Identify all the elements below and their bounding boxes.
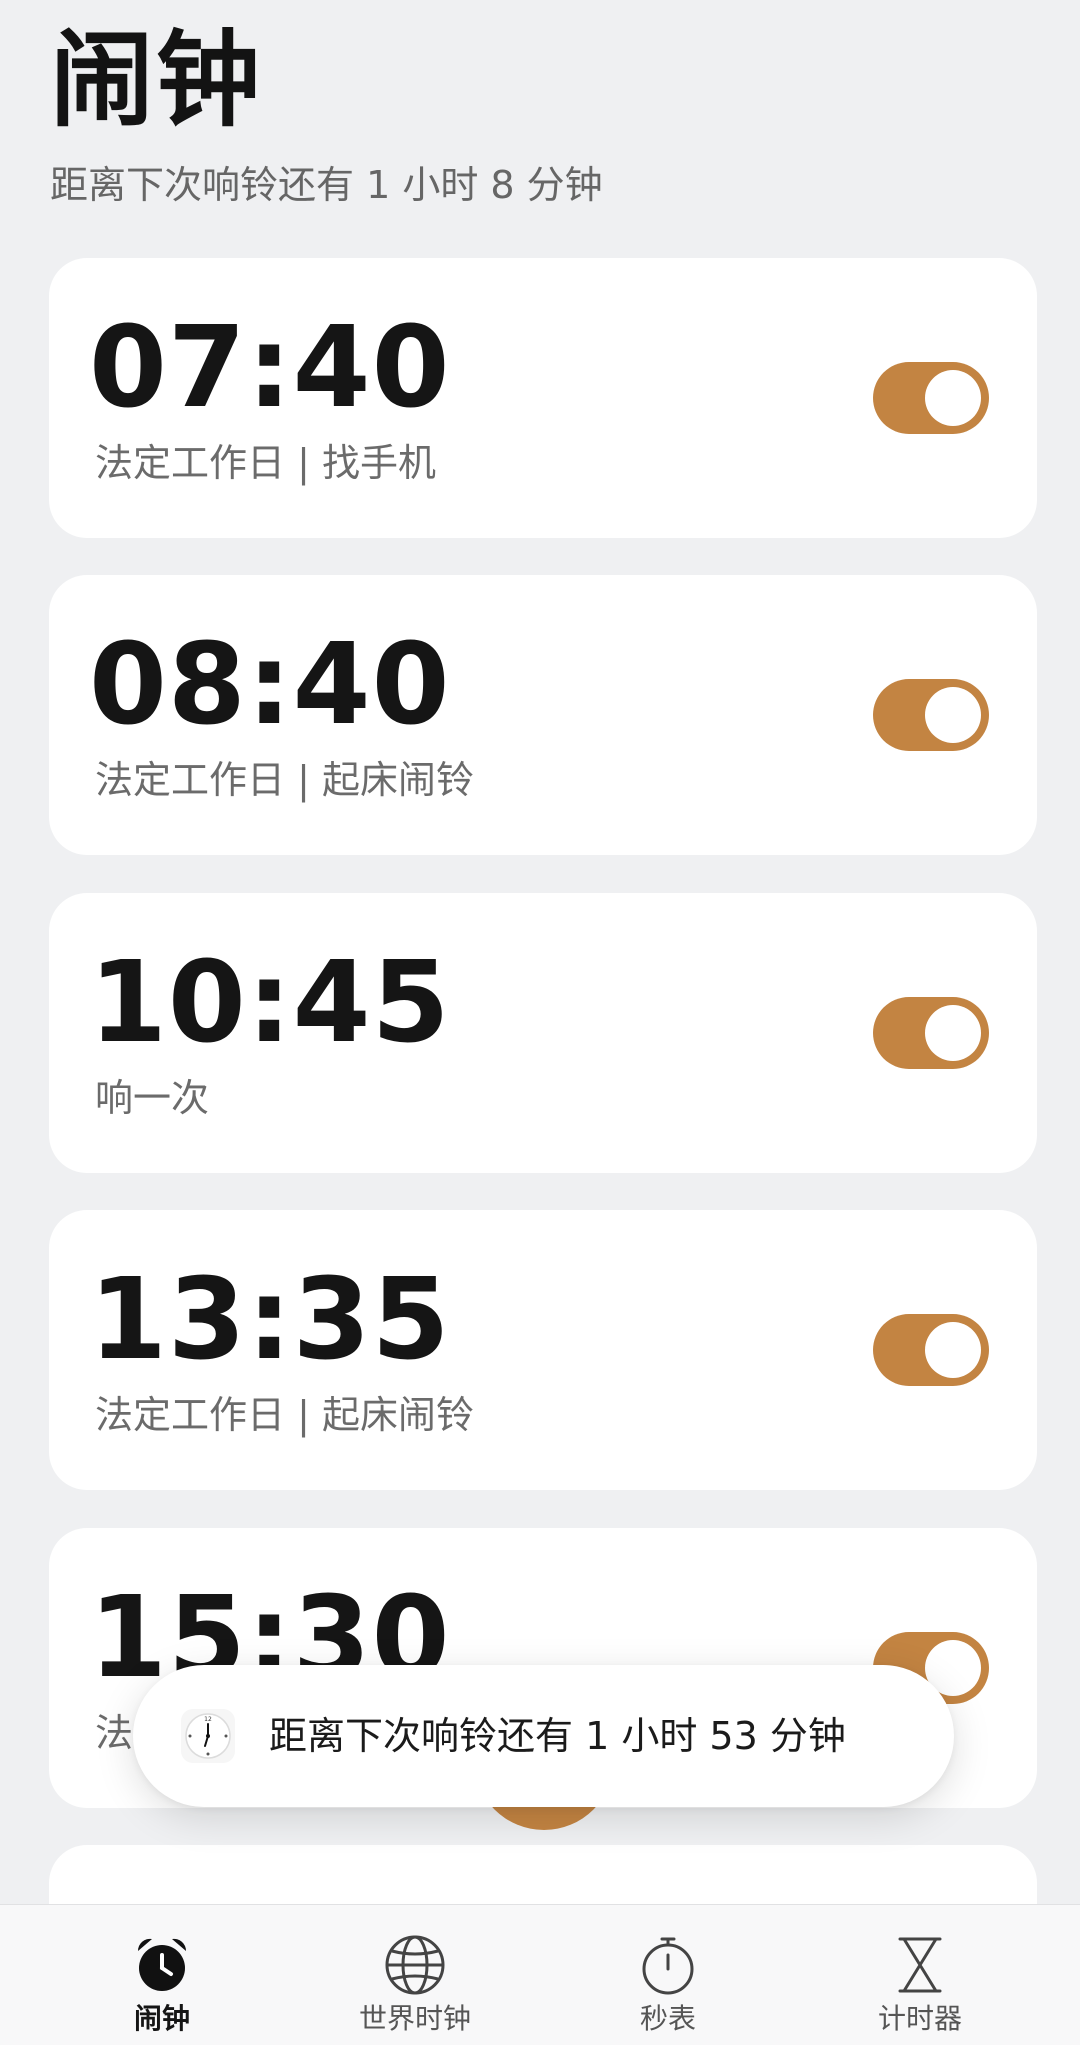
tab-stopwatch[interactable]: 秒表	[568, 1933, 768, 2045]
globe-icon	[385, 1935, 445, 1995]
alarm-toggle[interactable]	[873, 362, 989, 434]
next-alarm-toast: 12 距离下次响铃还有 1 小时 53 分钟	[133, 1665, 954, 1807]
alarm-time: 10:45	[89, 938, 451, 1068]
toggle-knob	[925, 1005, 981, 1061]
alarm-card[interactable]: 08:40 法定工作日 | 起床闹铃	[49, 575, 1037, 855]
alarm-card[interactable]: 07:40 法定工作日 | 找手机	[49, 258, 1037, 538]
alarm-card[interactable]: 13:35 法定工作日 | 起床闹铃	[49, 1210, 1037, 1490]
hourglass-icon	[898, 1937, 942, 1993]
alarm-time: 08:40	[89, 620, 451, 750]
tab-world-clock[interactable]: 世界时钟	[315, 1933, 515, 2045]
toggle-knob	[925, 1322, 981, 1378]
header: 闹钟 距离下次响铃还有 1 小时 8 分钟	[50, 20, 603, 210]
alarm-description: 法	[95, 1711, 134, 1755]
stopwatch-icon	[642, 1937, 694, 1995]
tab-alarm[interactable]: 闹钟	[62, 1933, 262, 2045]
tab-label: 计时器	[877, 2002, 962, 2035]
tab-timer[interactable]: 计时器	[820, 1933, 1020, 2045]
alarm-description: 法定工作日 | 起床闹铃	[95, 758, 474, 802]
toggle-knob	[925, 687, 981, 743]
alarm-time: 07:40	[89, 303, 451, 433]
toast-message: 距离下次响铃还有 1 小时 53 分钟	[269, 1714, 846, 1758]
alarm-time: 13:35	[89, 1255, 451, 1385]
clock-app-icon: 12	[181, 1709, 235, 1763]
tab-label: 秒表	[639, 2002, 696, 2035]
page-title: 闹钟	[50, 19, 263, 141]
tab-label: 闹钟	[133, 2002, 190, 2035]
alarm-description: 法定工作日 | 找手机	[95, 441, 436, 485]
alarm-toggle[interactable]	[873, 997, 989, 1069]
alarm-description: 法定工作日 | 起床闹铃	[95, 1393, 474, 1437]
bottom-tab-bar: 闹钟 世界时钟 秒表 计时器	[0, 1904, 1080, 2045]
alarm-toggle[interactable]	[873, 1314, 989, 1386]
alarm-card[interactable]: 10:45 响一次	[49, 893, 1037, 1173]
tab-label: 世界时钟	[358, 2002, 471, 2035]
alarm-description: 响一次	[95, 1076, 210, 1120]
alarm-toggle[interactable]	[873, 679, 989, 751]
toggle-knob	[925, 370, 981, 426]
svg-text:12: 12	[204, 1716, 212, 1723]
next-alarm-subtitle: 距离下次响铃还有 1 小时 8 分钟	[50, 163, 603, 207]
alarm-clock-icon	[137, 1938, 187, 1991]
